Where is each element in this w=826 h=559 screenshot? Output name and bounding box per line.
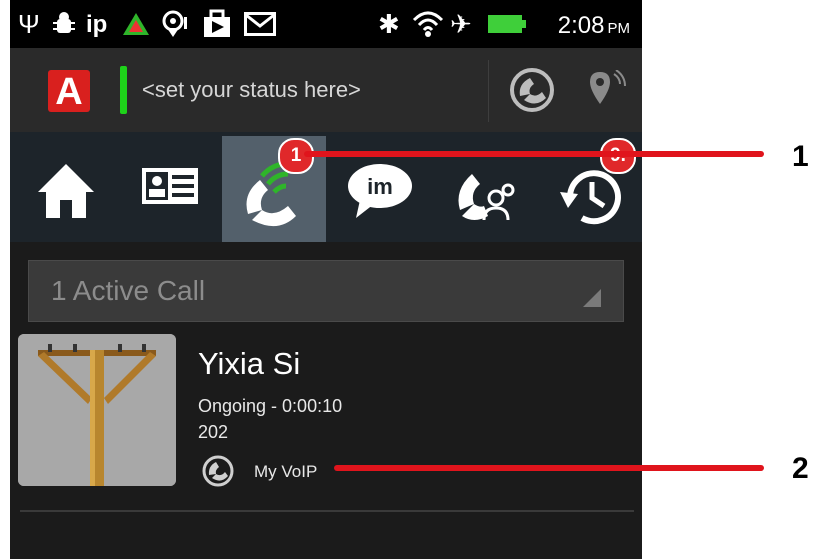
usb-icon: Ψ bbox=[18, 9, 40, 39]
airplane-icon: ✈ bbox=[450, 9, 472, 39]
ip-indicator: ip bbox=[86, 11, 108, 38]
warning-triangle-icon bbox=[123, 13, 149, 35]
calls-content: 1 Active Call Yixia Si Ongoing - 0:00:10… bbox=[10, 242, 642, 559]
location-pin-icon bbox=[162, 10, 187, 37]
clock: 2:08 PM bbox=[558, 12, 630, 40]
app-logo: A bbox=[48, 70, 90, 113]
call-list-item[interactable]: Yixia Si Ongoing - 0:00:10 202 My VoIP bbox=[10, 332, 642, 487]
list-divider bbox=[20, 510, 634, 512]
tab-bar: 1 im 9. bbox=[10, 132, 642, 242]
utility-pole-icon bbox=[18, 334, 176, 486]
dropdown-arrow-icon bbox=[583, 289, 601, 307]
caller-avatar bbox=[18, 334, 176, 486]
callout-line-2 bbox=[334, 465, 764, 471]
android-debug-icon bbox=[53, 12, 75, 33]
mail-icon bbox=[244, 12, 276, 36]
header-divider bbox=[488, 60, 489, 122]
voip-account-icon[interactable] bbox=[508, 66, 556, 114]
wifi-icon bbox=[412, 11, 444, 37]
status-bar: Ψ ip ✱ ✈ 2:08 PM bbox=[10, 0, 642, 48]
status-message-input[interactable] bbox=[140, 76, 444, 104]
presence-indicator bbox=[120, 66, 127, 114]
clock-time: 2:08 bbox=[557, 12, 605, 39]
location-signal-icon[interactable] bbox=[588, 70, 628, 114]
battery-icon bbox=[488, 15, 526, 33]
callout-line-1 bbox=[304, 151, 764, 157]
status-header: A bbox=[10, 48, 642, 132]
contact-card-icon bbox=[142, 168, 198, 204]
callout-number-1: 1 bbox=[792, 140, 809, 173]
voip-account-icon bbox=[202, 455, 234, 487]
callout-number-2: 2 bbox=[792, 452, 809, 485]
bluetooth-icon: ✱ bbox=[378, 9, 400, 39]
active-calls-dropdown[interactable]: 1 Active Call bbox=[28, 260, 624, 322]
call-status: Ongoing - 0:00:10 bbox=[198, 396, 343, 416]
clock-ampm: PM bbox=[607, 20, 631, 37]
im-tab-label: im bbox=[367, 174, 393, 199]
call-number: 202 bbox=[198, 422, 229, 442]
caller-name: Yixia Si bbox=[198, 346, 301, 381]
active-calls-label: 1 Active Call bbox=[51, 275, 206, 306]
home-icon bbox=[38, 164, 94, 218]
download-bag-icon bbox=[204, 9, 230, 37]
call-account-label: My VoIP bbox=[254, 462, 318, 481]
tab-contacts[interactable] bbox=[118, 136, 222, 242]
tab-home[interactable] bbox=[14, 136, 118, 242]
phone-screen: Ψ ip ✱ ✈ 2:08 PM A <set your status here… bbox=[10, 0, 642, 559]
